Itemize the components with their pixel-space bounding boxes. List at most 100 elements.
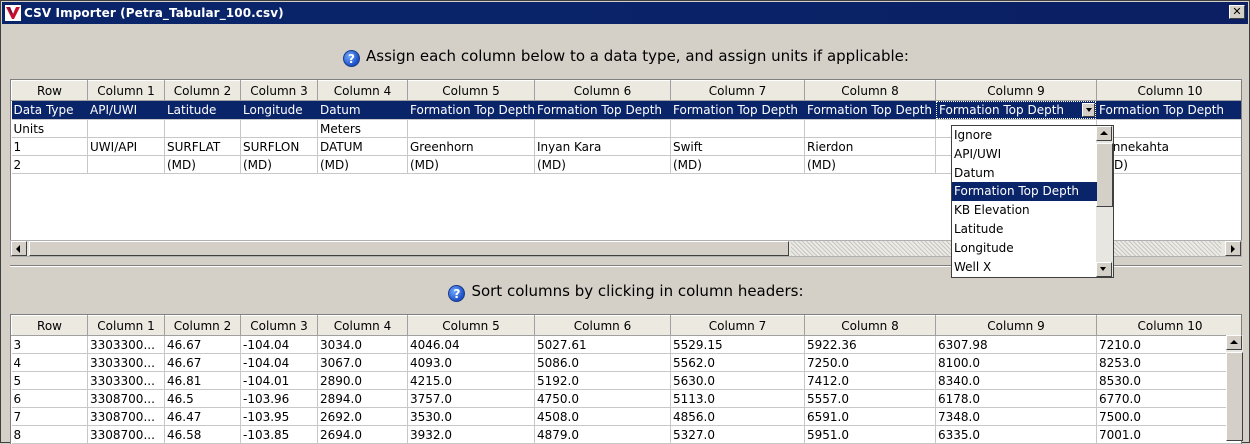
preview-col-header[interactable]: Column 2 xyxy=(164,315,241,336)
preview-cell[interactable]: -103.85 xyxy=(240,425,318,444)
dropdown-scroll-down-button[interactable] xyxy=(1096,262,1112,277)
preview-col-header[interactable]: Row xyxy=(11,315,88,336)
preview-cell[interactable]: -103.95 xyxy=(240,407,318,426)
preview-col-header[interactable]: Column 7 xyxy=(670,315,805,336)
preview-cell[interactable]: 3303300... xyxy=(87,335,165,354)
assign-cell[interactable] xyxy=(534,119,671,138)
preview-cell[interactable]: 4093.0 xyxy=(407,353,535,372)
preview-cell[interactable]: 46.81 xyxy=(164,371,241,390)
preview-cell[interactable]: 4215.0 xyxy=(407,371,535,390)
assign-col-header[interactable]: Column 1 xyxy=(87,80,165,101)
preview-cell[interactable]: 3303300... xyxy=(87,353,165,372)
assign-col-header[interactable]: Column 9 xyxy=(935,80,1097,101)
preview-cell[interactable]: 3308700... xyxy=(87,389,165,408)
assign-cell[interactable] xyxy=(240,119,318,138)
assign-cell[interactable] xyxy=(1096,119,1241,138)
preview-cell[interactable]: 7210.0 xyxy=(1096,335,1241,354)
dropdown-option[interactable]: Latitude xyxy=(952,220,1097,239)
assign-cell[interactable] xyxy=(87,119,165,138)
assign-cell[interactable]: Meters xyxy=(317,119,408,138)
preview-cell[interactable]: 4 xyxy=(11,353,88,372)
preview-cell[interactable]: 46.5 xyxy=(164,389,241,408)
preview-cell[interactable]: 5557.0 xyxy=(804,389,936,408)
preview-cell[interactable]: 46.67 xyxy=(164,335,241,354)
assign-cell[interactable]: (MD) xyxy=(534,155,671,174)
assign-cell[interactable] xyxy=(670,119,805,138)
preview-cell[interactable]: 4046.04 xyxy=(407,335,535,354)
preview-cell[interactable]: 3034.0 xyxy=(317,335,408,354)
preview-cell[interactable]: 6335.0 xyxy=(935,425,1097,444)
preview-cell[interactable]: 8100.0 xyxy=(935,353,1097,372)
assign-cell[interactable]: (MD) xyxy=(670,155,805,174)
preview-cell[interactable]: 8253.0 xyxy=(1096,353,1241,372)
assign-cell[interactable]: SURFLAT xyxy=(164,137,241,156)
preview-col-header[interactable]: Column 3 xyxy=(240,315,318,336)
preview-cell[interactable]: -104.01 xyxy=(240,371,318,390)
preview-cell[interactable]: 2694.0 xyxy=(317,425,408,444)
assign-cell[interactable]: Formation Top Depth xyxy=(670,100,805,120)
dropdown-scrollbar[interactable] xyxy=(1096,126,1113,277)
preview-cell[interactable]: 7348.0 xyxy=(935,407,1097,426)
preview-col-header[interactable]: Column 9 xyxy=(935,315,1097,336)
assign-cell[interactable]: (MD) xyxy=(164,155,241,174)
assign-cell[interactable]: Data Type xyxy=(11,100,88,120)
preview-cell[interactable]: 3303300... xyxy=(87,371,165,390)
preview-cell[interactable]: 3067.0 xyxy=(317,353,408,372)
dropdown-option[interactable]: Datum xyxy=(952,164,1097,183)
help-icon[interactable]: ? xyxy=(448,285,466,302)
preview-cell[interactable]: 5630.0 xyxy=(670,371,805,390)
horizontal-scroll-thumb[interactable] xyxy=(29,241,789,256)
preview-cell[interactable]: 46.67 xyxy=(164,353,241,372)
dropdown-scroll-up-button[interactable] xyxy=(1096,126,1112,141)
vertical-scrollbar[interactable] xyxy=(1226,335,1243,441)
assign-cell[interactable]: Rierdon xyxy=(804,137,936,156)
assign-cell[interactable]: API/UWI xyxy=(87,100,165,120)
assign-cell[interactable]: DATUM xyxy=(317,137,408,156)
data-type-combo-box[interactable]: Formation Top Depth xyxy=(936,101,1096,119)
assign-cell[interactable]: Minnekahta xyxy=(1096,137,1241,156)
data-type-combo[interactable]: Formation Top Depth xyxy=(935,100,1097,120)
dropdown-option[interactable]: KB Elevation xyxy=(952,201,1097,220)
assign-cell[interactable]: Formation Top Depth xyxy=(407,100,535,120)
dropdown-option[interactable]: API/UWI xyxy=(952,145,1097,164)
preview-cell[interactable]: 7 xyxy=(11,407,88,426)
dropdown-option[interactable]: Longitude xyxy=(952,239,1097,258)
scroll-up-button[interactable] xyxy=(1226,335,1242,350)
assign-col-header[interactable]: Column 5 xyxy=(407,80,535,101)
help-icon[interactable]: ? xyxy=(343,50,361,67)
assign-cell[interactable]: Swift xyxy=(670,137,805,156)
preview-cell[interactable]: -104.04 xyxy=(240,335,318,354)
preview-cell[interactable]: -103.96 xyxy=(240,389,318,408)
assign-cell[interactable] xyxy=(407,119,535,138)
preview-cell[interactable]: 8340.0 xyxy=(935,371,1097,390)
assign-cell[interactable]: Formation Top Depth xyxy=(534,100,671,120)
assign-cell[interactable]: (MD) xyxy=(1096,155,1241,174)
preview-cell[interactable]: 3932.0 xyxy=(407,425,535,444)
preview-cell[interactable]: 2890.0 xyxy=(317,371,408,390)
preview-cell[interactable]: 5951.0 xyxy=(804,425,936,444)
assign-col-header[interactable]: Column 7 xyxy=(670,80,805,101)
preview-cell[interactable]: 6178.0 xyxy=(935,389,1097,408)
preview-col-header[interactable]: Column 1 xyxy=(87,315,165,336)
assign-col-header[interactable]: Column 2 xyxy=(164,80,241,101)
preview-col-header[interactable]: Column 6 xyxy=(534,315,671,336)
preview-cell[interactable]: 5027.61 xyxy=(534,335,671,354)
preview-cell[interactable]: 5562.0 xyxy=(670,353,805,372)
assign-col-header[interactable]: Row xyxy=(11,80,88,101)
assign-cell[interactable]: Greenhorn xyxy=(407,137,535,156)
assign-cell[interactable]: UWI/API xyxy=(87,137,165,156)
preview-cell[interactable]: 6 xyxy=(11,389,88,408)
preview-cell[interactable]: 3 xyxy=(11,335,88,354)
assign-cell[interactable] xyxy=(804,119,936,138)
assign-cell[interactable]: Inyan Kara xyxy=(534,137,671,156)
assign-cell[interactable]: (MD) xyxy=(240,155,318,174)
preview-cell[interactable]: 8530.0 xyxy=(1096,371,1241,390)
preview-cell[interactable]: 7500.0 xyxy=(1096,407,1241,426)
preview-cell[interactable]: 4879.0 xyxy=(534,425,671,444)
assign-col-header[interactable]: Column 10 xyxy=(1096,80,1241,101)
assign-cell[interactable]: Datum xyxy=(317,100,408,120)
close-button[interactable]: ✕ xyxy=(1229,5,1245,19)
assign-col-header[interactable]: Column 4 xyxy=(317,80,408,101)
preview-cell[interactable]: 6591.0 xyxy=(804,407,936,426)
preview-cell[interactable]: 5922.36 xyxy=(804,335,936,354)
